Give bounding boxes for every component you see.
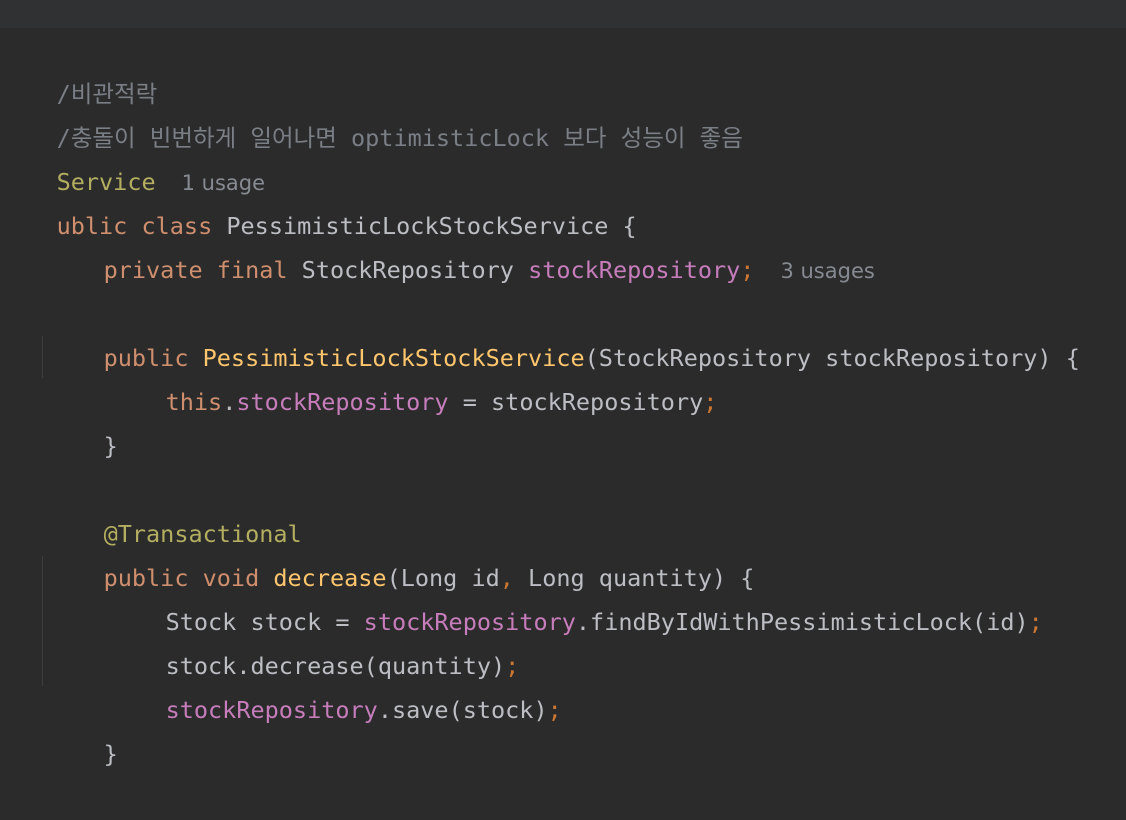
semicolon: ; bbox=[1028, 608, 1043, 636]
field-reference: stockRepository bbox=[236, 388, 449, 416]
method-call: .save(stock) bbox=[377, 696, 548, 724]
close-brace: } bbox=[103, 432, 118, 460]
code-line-constructor-close: } bbox=[47, 380, 118, 460]
field-modifiers: private final bbox=[103, 256, 288, 284]
usage-hint[interactable]: 3 usages bbox=[780, 259, 874, 283]
code-line-constructor-declaration: public PessimisticLockStockService(Stock… bbox=[47, 292, 1080, 372]
code-line-method-declaration: public void decrease(Long id, Long quant… bbox=[47, 512, 755, 592]
code-line-method-body-1: Stock stock = stockRepository.findByIdWi… bbox=[109, 556, 1043, 636]
indent-guide bbox=[42, 336, 43, 378]
assignment: = stockRepository bbox=[448, 388, 704, 416]
indent-guide bbox=[42, 556, 43, 686]
code-line-transactional-annotation: @Transactional bbox=[47, 468, 302, 548]
field-name: stockRepository bbox=[528, 256, 741, 284]
semicolon: ; bbox=[703, 388, 718, 416]
code-line-method-body-3: stockRepository.save(stock); bbox=[109, 644, 562, 724]
close-brace: } bbox=[103, 740, 118, 768]
code-line-constructor-body: this.stockRepository = stockRepository; bbox=[109, 336, 718, 416]
dot: . bbox=[222, 388, 237, 416]
field-reference: stockRepository bbox=[165, 696, 378, 724]
method-call: .findByIdWithPessimisticLock(id) bbox=[575, 608, 1029, 636]
this-keyword: this bbox=[165, 388, 223, 416]
code-editor[interactable]: /비관적락 /충돌이 빈번하게 일어나면 optimisticLock 보다 성… bbox=[0, 28, 1126, 772]
code-line-service-annotation: Service 1 usage bbox=[0, 116, 265, 196]
semicolon: ; bbox=[740, 256, 755, 284]
semicolon: ; bbox=[547, 696, 562, 724]
code-line-comment-1: /비관적락 bbox=[0, 28, 158, 108]
editor-top-bar bbox=[0, 0, 1126, 28]
field-type: StockRepository bbox=[287, 256, 529, 284]
code-line-method-body-2: stock.decrease(quantity); bbox=[109, 600, 520, 680]
code-line-field-declaration: private final StockRepository stockRepos… bbox=[47, 204, 875, 284]
code-line-class-declaration: ublic class PessimisticLockStockService … bbox=[0, 160, 637, 240]
code-line-method-close: } bbox=[47, 688, 118, 768]
code-line-comment-2: /충돌이 빈번하게 일어나면 optimisticLock 보다 성능이 좋음 bbox=[0, 72, 743, 152]
